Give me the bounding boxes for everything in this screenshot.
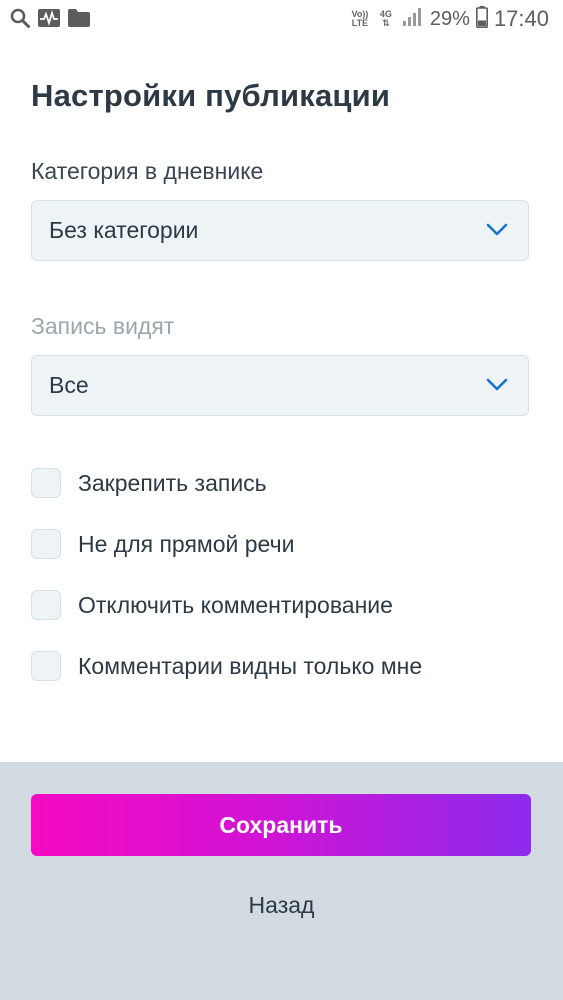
folder-icon — [68, 9, 90, 27]
network-4g-indicator: 4G ⇅ — [379, 9, 392, 28]
status-bar: Vo)) LTE 4G ⇅ 29% 17:40 — [0, 0, 563, 38]
footer-actions: Сохранить Назад — [0, 762, 563, 1000]
battery-percent: 29% — [429, 7, 470, 30]
option-comments-only-me[interactable]: Комментарии видны только мне — [31, 650, 422, 682]
visibility-select-value: Все — [49, 372, 89, 398]
status-system-area: Vo)) LTE 4G ⇅ 29% 17:40 — [350, 5, 549, 33]
comments-only-me-label: Комментарии видны только мне — [78, 652, 423, 679]
comments-only-me-checkbox[interactable] — [31, 651, 61, 681]
category-select-value: Без категории — [49, 217, 199, 243]
category-label: Категория в дневнике — [31, 158, 264, 184]
visibility-label: Запись видят — [31, 313, 175, 339]
battery-icon — [475, 5, 488, 33]
visibility-select[interactable]: Все — [31, 355, 529, 416]
chevron-down-icon — [486, 223, 508, 236]
search-icon — [10, 8, 30, 28]
disable-comments-checkbox[interactable] — [31, 590, 61, 620]
category-select[interactable]: Без категории — [31, 200, 529, 261]
clock: 17:40 — [493, 6, 549, 31]
disable-comments-label: Отключить комментирование — [78, 591, 393, 618]
save-button[interactable]: Сохранить — [31, 794, 531, 856]
activity-icon — [38, 9, 60, 27]
status-notification-icons — [10, 8, 90, 28]
option-not-direct-speech[interactable]: Не для прямой речи — [31, 528, 294, 560]
not-direct-speech-checkbox[interactable] — [31, 529, 61, 559]
chevron-down-icon — [486, 378, 508, 391]
signal-icon — [402, 7, 422, 32]
page-title: Настройки публикации — [31, 78, 391, 113]
not-direct-speech-label: Не для прямой речи — [78, 530, 295, 557]
option-disable-comments[interactable]: Отключить комментирование — [31, 589, 393, 621]
pin-post-label: Закрепить запись — [78, 469, 267, 496]
volte-indicator: Vo)) LTE — [351, 9, 369, 28]
option-pin-post[interactable]: Закрепить запись — [31, 467, 267, 499]
pin-post-checkbox[interactable] — [31, 468, 61, 498]
back-button[interactable]: Назад — [0, 892, 563, 919]
